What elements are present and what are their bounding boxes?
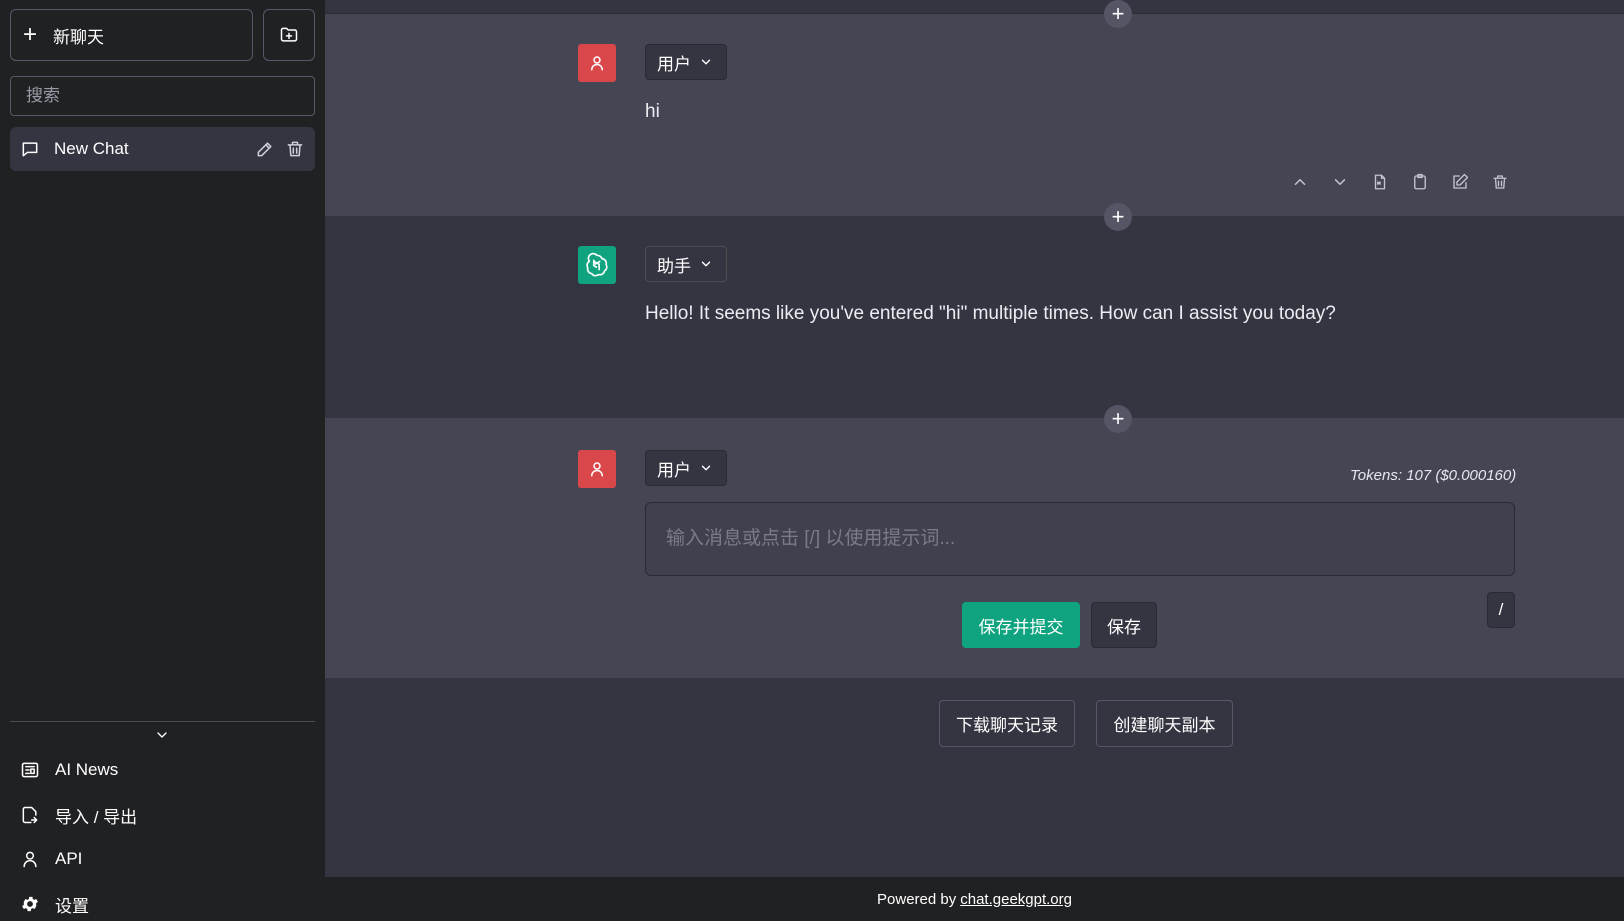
message-text: Hello! It seems like you've entered "hi"…	[645, 303, 1336, 324]
message-toolbar	[1289, 171, 1511, 193]
user-avatar	[578, 450, 616, 488]
nav-item-label: AI News	[55, 760, 119, 779]
sidebar-divider	[10, 721, 315, 722]
role-select[interactable]: 用户	[645, 450, 727, 486]
user-icon	[591, 56, 603, 71]
chat-title: New Chat	[54, 139, 129, 158]
add-message-button[interactable]: +	[1104, 0, 1132, 28]
role-label: 助手	[657, 256, 691, 276]
new-chat-button[interactable]: + 新聊天	[10, 9, 253, 61]
copy-button[interactable]	[1409, 171, 1431, 193]
add-message-button[interactable]: +	[1104, 405, 1132, 433]
trash-icon	[1493, 175, 1507, 189]
clone-chat-button[interactable]: 创建聊天副本	[1096, 700, 1233, 747]
edit-icon	[1453, 173, 1469, 189]
nav-item-settings[interactable]: 设置	[20, 889, 89, 919]
new-folder-button[interactable]	[263, 9, 315, 61]
nav-item-label: 设置	[55, 896, 89, 916]
plus-icon: +	[1111, 1, 1125, 26]
move-down-button[interactable]	[1329, 171, 1351, 193]
edit-button[interactable]	[1449, 171, 1471, 193]
plus-icon: +	[1111, 204, 1125, 229]
nav-item-api[interactable]: API	[20, 844, 82, 874]
prompt-slash-button[interactable]: /	[1487, 592, 1515, 628]
save-and-submit-button[interactable]: 保存并提交	[962, 602, 1080, 648]
message-assistant: 助手 Hello! It seems like you've entered "…	[325, 216, 1624, 418]
user-icon	[23, 851, 37, 868]
footer-prefix: Powered by	[877, 890, 957, 908]
news-icon	[21, 762, 39, 778]
chevron-down-icon	[701, 465, 711, 471]
role-label: 用户	[657, 460, 691, 480]
user-avatar	[578, 44, 616, 82]
trash-icon[interactable]	[285, 139, 305, 159]
plus-icon: +	[1111, 406, 1125, 431]
nav-item-label: 导入 / 导出	[55, 807, 138, 827]
assistant-avatar	[578, 246, 616, 284]
message-text: hi	[645, 101, 660, 122]
collapse-toggle[interactable]	[152, 726, 172, 744]
user-icon	[591, 462, 603, 477]
message-user: 用户 hi	[325, 14, 1624, 216]
save-button[interactable]: 保存	[1091, 602, 1157, 648]
chevron-down-icon	[701, 59, 711, 65]
plus-icon: +	[23, 21, 38, 48]
file-import-export-icon	[22, 806, 38, 824]
gear-icon	[22, 896, 38, 912]
sidebar: + 新聊天 New Chat AI News 导入 / 导出 API 设置	[0, 0, 325, 921]
role-select[interactable]: 用户	[645, 44, 727, 80]
footer: Powered by chat.geekgpt.org	[325, 877, 1624, 921]
message-icon	[22, 142, 38, 157]
search-input[interactable]	[10, 76, 315, 116]
chevron-down-icon	[701, 261, 711, 267]
top-strip	[325, 0, 1624, 14]
message-input[interactable]	[645, 502, 1515, 576]
role-label: 用户	[657, 54, 691, 74]
conversation-area: 用户 hi 助手 Hello! It seems like you've ent…	[325, 0, 1624, 877]
file-icon	[1374, 174, 1386, 190]
delete-button[interactable]	[1489, 171, 1511, 193]
chat-list-item[interactable]: New Chat	[10, 127, 315, 171]
folder-plus-icon	[280, 27, 298, 42]
footer-link[interactable]: chat.geekgpt.org	[960, 891, 1072, 908]
chevron-down-icon	[157, 732, 167, 738]
openai-logo-icon	[586, 252, 608, 277]
clipboard-icon	[1414, 173, 1426, 190]
download-chat-button[interactable]: 下载聊天记录	[939, 700, 1075, 747]
role-select[interactable]: 助手	[645, 246, 727, 282]
move-up-button[interactable]	[1289, 171, 1311, 193]
add-message-button[interactable]: +	[1104, 203, 1132, 231]
token-count: Tokens: 107 ($0.000160)	[1350, 467, 1517, 484]
chevron-down-icon	[1334, 179, 1346, 185]
nav-item-ai-news[interactable]: AI News	[20, 755, 118, 785]
edit-icon[interactable]	[255, 139, 275, 159]
new-chat-label: 新聊天	[53, 27, 105, 47]
chevron-up-icon	[1294, 179, 1306, 185]
nav-item-label: API	[55, 849, 83, 868]
markdown-file-button[interactable]	[1369, 171, 1391, 193]
nav-item-import-export[interactable]: 导入 / 导出	[20, 800, 137, 830]
